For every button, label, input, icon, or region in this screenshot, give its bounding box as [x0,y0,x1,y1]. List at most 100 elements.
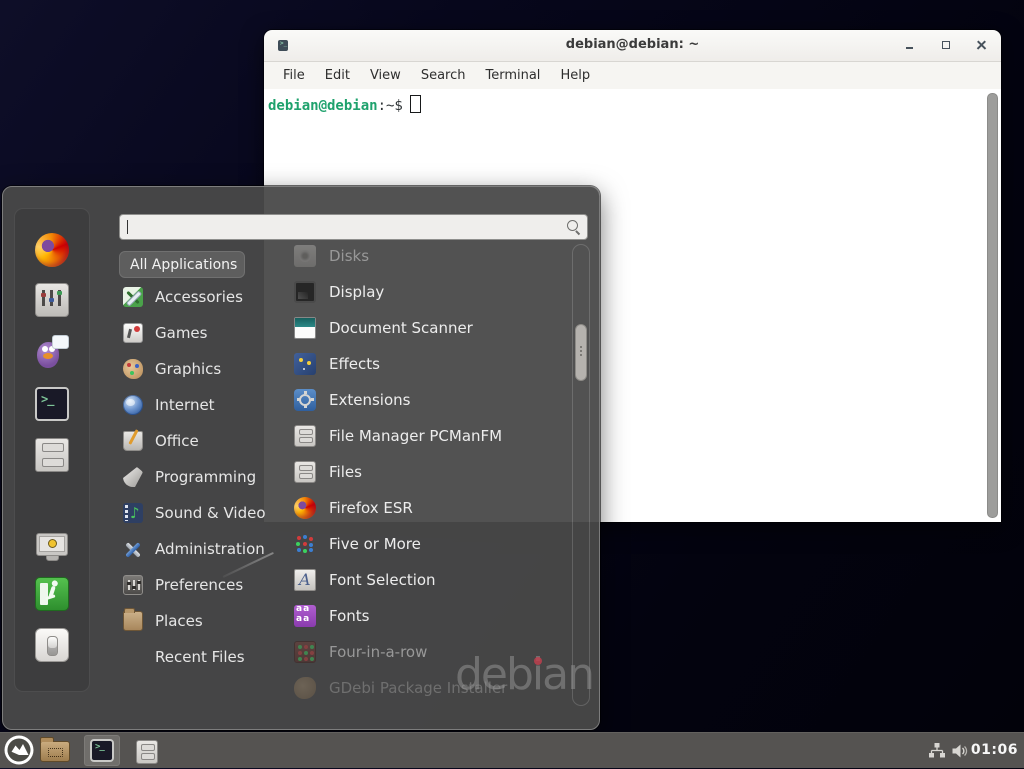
programming-icon [123,467,143,487]
category-administration[interactable]: Administration [123,531,283,567]
administration-icon [123,539,143,559]
app-item-files[interactable]: Files [294,454,564,490]
fonts-icon: aa aa [294,605,316,627]
category-recent-files[interactable]: Recent Files [123,639,283,675]
sound-video-icon: ♪ [123,503,143,523]
prompt-path: :~$ [378,98,403,114]
terminal-cursor [410,95,421,113]
network-icon[interactable] [928,742,946,764]
office-icon [123,431,143,451]
menu-help[interactable]: Help [550,65,600,86]
display-icon [294,281,316,303]
effects-icon [294,353,316,375]
app-item-fonts[interactable]: aa aaFonts [294,598,564,634]
category-preferences[interactable]: Preferences [123,567,283,603]
all-applications-label: All Applications [130,257,237,273]
favorite-firefox-button[interactable] [35,233,69,267]
taskbar-terminal-window-button[interactable]: >_ [84,735,120,766]
category-places[interactable]: Places [123,603,283,639]
maximize-button[interactable] [939,38,953,52]
app-item-display[interactable]: Display [294,274,564,310]
menu-search-box [119,214,588,240]
four-in-a-row-icon [294,641,316,663]
category-accessories[interactable]: Accessories [123,279,283,315]
menu-button[interactable] [4,735,34,765]
app-item-document-scanner[interactable]: Document Scanner [294,310,564,346]
terminal-prompt: debian@debian:~$ [268,95,421,114]
firefox-icon [35,233,69,267]
prompt-user-host: debian@debian [268,98,378,114]
file-manager-icon [294,425,316,447]
control-center-icon [35,283,69,317]
disks-icon [294,245,316,267]
category-games[interactable]: Games [123,315,283,351]
menu-scrollbar-thumb[interactable] [575,324,587,381]
lock-screen-icon [35,530,69,564]
terminal-scrollbar[interactable] [987,93,998,518]
app-item-extensions[interactable]: Extensions [294,382,564,418]
file-cabinet-launcher[interactable] [136,740,158,764]
gdebi-icon [294,677,316,699]
menu-scrollbar[interactable] [572,244,590,706]
app-item-firefox-esr[interactable]: Firefox ESR [294,490,564,526]
places-icon [123,611,143,631]
file-cabinet-icon [136,740,158,764]
app-item-font-selection[interactable]: AFont Selection [294,562,564,598]
app-item-effects[interactable]: Effects [294,346,564,382]
shutdown-icon [35,628,69,662]
category-list: Accessories Games Graphics Internet Offi… [123,279,283,675]
terminal-menubar: File Edit View Search Terminal Help [264,62,1001,89]
application-menu: >_ All Applications Accessories Games Gr… [2,186,600,730]
log-out-icon [35,577,69,611]
lock-screen-button[interactable] [35,530,69,564]
file-manager-launcher[interactable] [40,741,70,762]
favorite-control-center-button[interactable] [35,283,69,317]
category-all-applications[interactable]: All Applications [119,251,245,278]
accessories-icon [123,287,143,307]
menu-search[interactable]: Search [411,65,476,86]
search-input[interactable] [128,217,548,235]
font-selection-icon: A [294,569,316,591]
graphics-icon [123,359,143,379]
files-icon [294,461,316,483]
menu-file[interactable]: File [273,65,315,86]
close-button[interactable] [975,38,989,52]
document-scanner-icon [294,317,316,339]
category-programming[interactable]: Programming [123,459,283,495]
five-or-more-icon [294,533,316,555]
category-sound-video[interactable]: ♪Sound & Video [123,495,283,531]
clock[interactable]: 01:06 [971,742,1018,758]
app-item-disks[interactable]: Disks [294,238,564,274]
terminal-title: debian@debian: ~ [264,37,1001,52]
category-graphics[interactable]: Graphics [123,351,283,387]
menu-view[interactable]: View [360,65,411,86]
terminal-icon: >_ [35,387,69,421]
internet-icon [123,395,143,415]
category-office[interactable]: Office [123,423,283,459]
menu-logo-icon [4,735,34,765]
favorite-file-manager-button[interactable] [35,438,69,472]
category-internet[interactable]: Internet [123,387,283,423]
menu-terminal[interactable]: Terminal [475,65,550,86]
firefox-icon [294,497,316,519]
shutdown-button[interactable] [35,628,69,662]
menu-edit[interactable]: Edit [315,65,360,86]
app-item-file-manager-pcmanfm[interactable]: File Manager PCManFM [294,418,564,454]
terminal-titlebar[interactable]: >_ debian@debian: ~ [264,30,1001,62]
extensions-icon [294,389,316,411]
volume-icon[interactable] [951,742,969,764]
games-icon [123,323,143,343]
search-icon [567,220,578,231]
favorites-column: >_ [14,208,90,692]
minimize-button[interactable] [903,38,917,52]
app-item-five-or-more[interactable]: Five or More [294,526,564,562]
file-cabinet-icon [35,438,69,472]
pidgin-icon [35,335,69,369]
debian-watermark: debian [455,649,593,700]
favorite-terminal-button[interactable]: >_ [35,387,69,421]
log-out-button[interactable] [35,577,69,611]
text-caret [127,220,128,234]
terminal-icon: >_ [90,739,114,762]
preferences-icon [123,575,143,595]
favorite-pidgin-button[interactable] [35,335,69,369]
